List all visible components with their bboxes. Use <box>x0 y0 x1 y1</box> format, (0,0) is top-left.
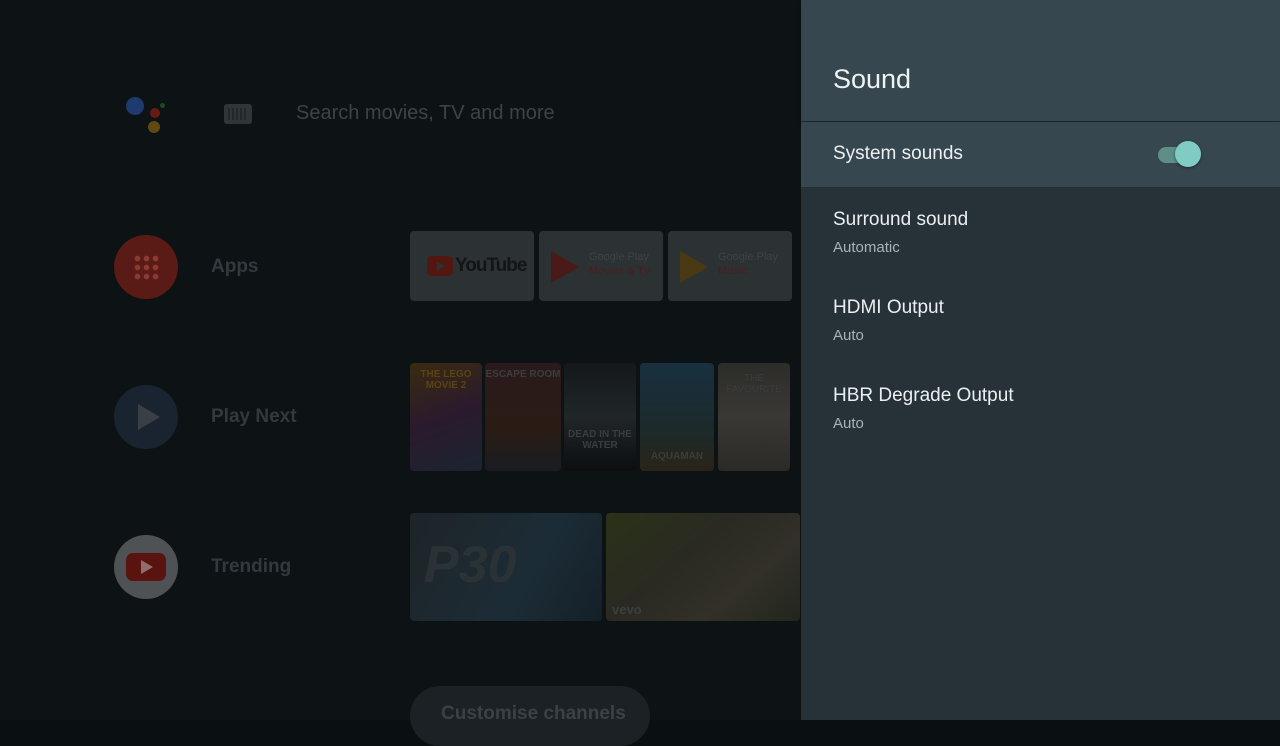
setting-title: HDMI Output <box>833 297 944 318</box>
customise-channels-button[interactable]: Customise channels <box>410 686 650 746</box>
toggle-knob <box>1175 141 1201 167</box>
youtube-logo: YouTube <box>427 255 527 277</box>
app-tile-google-play-music[interactable]: Google Play Music <box>668 231 792 301</box>
play-icon[interactable] <box>114 385 178 449</box>
app-tile-google-play-movies[interactable]: Google Play Movies & TV <box>539 231 663 301</box>
setting-title: HBR Degrade Output <box>833 385 1014 406</box>
poster-aquaman[interactable]: AQUAMAN <box>640 363 714 471</box>
trending-video-p30[interactable]: P30 <box>410 513 602 621</box>
trending-youtube-icon[interactable] <box>114 535 178 599</box>
setting-subtitle: Automatic <box>833 239 900 256</box>
setting-hdmi-output[interactable]: HDMI Output Auto <box>801 283 1280 363</box>
row-label-trending: Trending <box>211 556 292 577</box>
youtube-icon <box>427 256 453 276</box>
settings-panel: Sound System sounds Surround sound Autom… <box>801 0 1280 720</box>
keyboard-icon[interactable] <box>224 104 252 124</box>
search-input[interactable]: Search movies, TV and more <box>296 102 555 125</box>
play-music-icon <box>680 251 708 283</box>
setting-hbr-degrade-output[interactable]: HBR Degrade Output Auto <box>801 371 1280 451</box>
poster-lego-movie[interactable]: THE LEGO MOVIE 2 <box>410 363 482 471</box>
row-label-apps: Apps <box>211 256 259 277</box>
google-assistant-icon[interactable] <box>124 95 168 135</box>
app-tile-youtube[interactable]: YouTube <box>410 231 534 301</box>
setting-subtitle: Auto <box>833 415 864 432</box>
setting-system-sounds[interactable]: System sounds <box>801 122 1280 187</box>
row-label-play-next: Play Next <box>211 406 297 427</box>
system-sounds-toggle[interactable] <box>1158 141 1202 171</box>
apps-grid-icon[interactable] <box>114 235 178 299</box>
setting-title: System sounds <box>833 143 963 164</box>
setting-subtitle: Auto <box>833 327 864 344</box>
trending-video-vevo[interactable]: vevo <box>606 513 800 621</box>
poster-escape-room[interactable]: ESCAPE ROOM <box>485 363 561 471</box>
panel-header: Sound <box>801 0 1280 121</box>
poster-dead-in-the-water[interactable]: DEAD IN THE WATER <box>564 363 636 471</box>
page-title: Sound <box>833 64 912 94</box>
poster-the-favourite[interactable]: THE FAVOURITE <box>718 363 790 471</box>
setting-title: Surround sound <box>833 209 969 230</box>
play-store-icon <box>551 251 579 283</box>
setting-surround-sound[interactable]: Surround sound Automatic <box>801 195 1280 275</box>
